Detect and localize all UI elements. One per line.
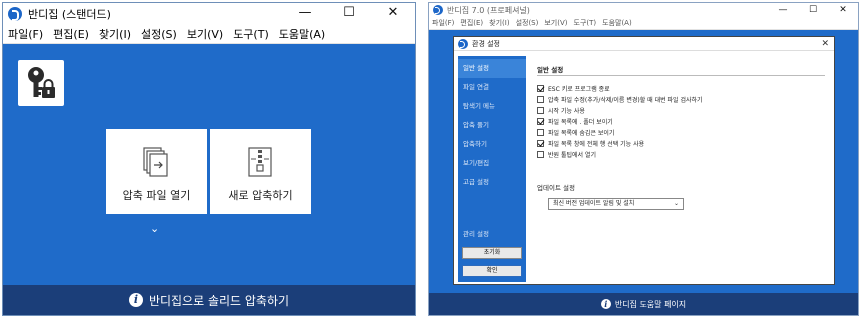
option-label: 파일 목록 창에 전체 행 선택 기능 사용 [548,141,645,148]
checkbox[interactable] [537,96,544,103]
info-icon: i [600,299,611,309]
option-open-tooltip[interactable]: 반원 툴팁에서 열기 [537,150,596,159]
reset-button[interactable]: 초기화 [462,247,522,259]
menu-help[interactable]: 도움말(A) [599,18,635,28]
menu-file[interactable]: 파일(F) [429,18,457,28]
section-title-update: 업데이트 설정 [537,184,575,192]
info-icon: i [128,293,143,307]
bandizip-logo-icon [433,5,443,15]
bandizip-standard-window: 반디집 (스탠더드) — ☐ ✕ 파일(F) 편집(E) 찾기(I) 설정(S)… [2,2,416,316]
footer-banner[interactable]: i 반디집 도움말 페이지 [429,293,858,315]
new-archive-label: 새로 압축하기 [228,189,293,202]
option-show-dot-folder[interactable]: 파일 목록에 . 폴더 보이기 [537,117,613,126]
checkbox[interactable] [537,140,544,147]
window-title: 반디집 7.0 (프로페셔널) [447,5,530,15]
option-label: ESC 키로 프로그램 종료 [548,86,610,93]
menu-tools[interactable]: 도구(T) [571,18,600,28]
dialog-title-bar: 환경 설정 ✕ [454,37,834,51]
footer-text: 반디집 도움말 페이지 [614,299,687,309]
sidebar-item-advanced[interactable]: 고급 설정 [458,173,526,192]
new-archive-tile[interactable]: 새로 압축하기 [210,129,311,214]
update-mode-value: 최신 버전 업데이트 알림 및 설치 [553,200,635,207]
minimize-button[interactable]: — [768,3,798,17]
title-bar: 반디집 7.0 (프로페셔널) — ☐ ✕ [429,3,858,17]
close-button[interactable]: ✕ [828,3,858,17]
option-check-on-modify[interactable]: 압축 파일 수정(추가/삭제/이름 변경)할 때 대번 파일 검사하기 [537,95,703,104]
section-title-general: 일반 설정 [537,66,564,74]
password-manager-button[interactable] [18,60,64,106]
sidebar-item-file-association[interactable]: 파일 연결 [458,78,526,97]
option-label: 반원 툴팁에서 열기 [548,152,596,159]
sidebar-item-general[interactable]: 일반 설정 [458,59,526,78]
key-lock-icon [28,67,55,98]
option-label: 파일 목록에 숨김은 보이기 [548,130,615,137]
update-mode-select[interactable]: 최신 버전 업데이트 알림 및 설치 ⌄ [548,198,684,210]
menu-view[interactable]: 보기(V) [182,26,228,42]
dialog-close-button[interactable]: ✕ [821,37,829,51]
sidebar-item-extract[interactable]: 압축 풀기 [458,116,526,135]
option-start-feature[interactable]: 시작 기능 사용 [537,106,585,115]
dialog-title: 환경 설정 [472,39,500,48]
checkbox[interactable] [537,85,544,92]
bandizip-logo-icon [458,38,468,49]
menu-file[interactable]: 파일(F) [3,26,48,42]
menu-settings[interactable]: 설정(S) [136,26,182,42]
settings-sidebar: 일반 설정 파일 연결 탐색기 메뉴 압축 풀기 압축하기 보기/편집 고급 설… [458,56,526,282]
maximize-button[interactable]: ☐ [798,3,828,17]
checkbox[interactable] [537,151,544,158]
option-label: 파일 목록에 . 폴더 보이기 [548,119,613,126]
menu-find[interactable]: 찾기(I) [94,26,136,42]
ok-button[interactable]: 확인 [462,265,522,277]
bandizip-logo-icon [8,6,22,21]
zip-file-icon [248,147,272,177]
checkbox[interactable] [537,129,544,136]
window-title: 반디집 (스탠더드) [28,7,111,21]
maximize-button[interactable]: ☐ [327,3,371,24]
option-label: 시작 기능 사용 [548,108,585,115]
menu-tools[interactable]: 도구(T) [228,26,274,42]
checkbox[interactable] [537,107,544,114]
sidebar-item-explorer-menu[interactable]: 탐색기 메뉴 [458,97,526,116]
main-area: 압축 파일 열기 새로 압축하기 ⌄ [3,44,415,285]
minimize-button[interactable]: — [283,3,327,24]
menu-bar: 파일(F) 편집(E) 찾기(I) 설정(S) 보기(V) 도구(T) 도움말(… [3,24,415,44]
menu-settings[interactable]: 설정(S) [513,18,542,28]
menu-bar: 파일(F) 편집(E) 찾기(I) 설정(S) 보기(V) 도구(T) 도움말(… [429,17,858,30]
checkbox[interactable] [537,118,544,125]
footer-banner[interactable]: i 반디집으로 솔리드 압축하기 [3,285,415,315]
title-bar: 반디집 (스탠더드) — ☐ ✕ [3,3,415,24]
option-label: 압축 파일 수정(추가/삭제/이름 변경)할 때 대번 파일 검사하기 [548,97,703,104]
menu-help[interactable]: 도움말(A) [274,26,330,42]
chevron-down-icon: ⌄ [673,200,679,207]
sidebar-item-compress[interactable]: 압축하기 [458,135,526,154]
bandizip-pro-window: 반디집 7.0 (프로페셔널) — ☐ ✕ 파일(F) 편집(E) 찾기(I) … [428,2,859,316]
footer-text: 반디집으로 솔리드 압축하기 [148,293,290,308]
expand-chevron-icon[interactable]: ⌄ [150,222,159,235]
sidebar-item-admin[interactable]: 관리 설정 [458,225,526,244]
menu-edit[interactable]: 편집(E) [48,26,94,42]
preferences-dialog: 환경 설정 ✕ 일반 설정 파일 연결 탐색기 메뉴 압축 풀기 압축하기 보기… [453,36,835,285]
open-archive-icon [143,147,168,177]
open-archive-label: 압축 파일 열기 [122,189,191,202]
open-archive-tile[interactable]: 압축 파일 열기 [106,129,207,214]
close-button[interactable]: ✕ [371,3,415,24]
section-divider [537,75,825,76]
option-esc-exit[interactable]: ESC 키로 프로그램 종료 [537,84,610,93]
option-full-row-select[interactable]: 파일 목록 창에 전체 행 선택 기능 사용 [537,139,644,148]
settings-panel: 일반 설정 ESC 키로 프로그램 종료 압축 파일 수정(추가/삭제/이름 변… [532,56,829,280]
menu-find[interactable]: 찾기(I) [486,18,512,28]
menu-edit[interactable]: 편집(E) [457,18,486,28]
sidebar-item-view-edit[interactable]: 보기/편집 [458,154,526,173]
menu-view[interactable]: 보기(V) [541,18,570,28]
option-show-hidden[interactable]: 파일 목록에 숨김은 보이기 [537,128,614,137]
